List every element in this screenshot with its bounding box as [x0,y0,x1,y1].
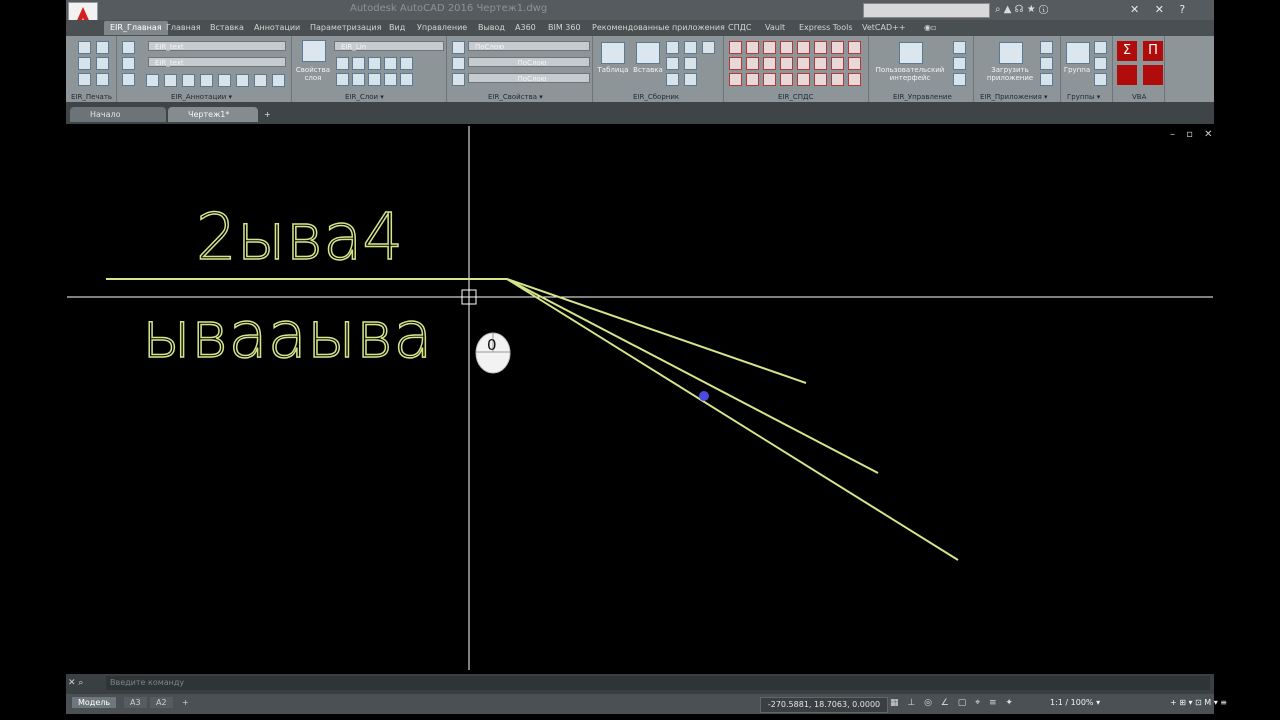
coordinates-readout[interactable]: -270.5881, 18.7063, 0.0000 [760,697,888,713]
layout-tab-add[interactable]: + [176,697,195,708]
ray-line-2[interactable] [506,278,879,474]
command-close-icon[interactable]: ✕ ⌕ [68,678,83,688]
drawing-text-top[interactable]: 2ыва4 [195,200,404,276]
ray-line-1[interactable] [506,278,807,384]
bottom-margin [0,714,1280,720]
ray-line-3[interactable] [506,278,959,561]
drawing-svg: 2ыва4 ывааыва 0 [67,126,1213,670]
layout-tab-a2[interactable]: A2 [150,697,173,708]
command-input[interactable]: Введите команду [106,676,1210,690]
mouse-badge-number: 0 [487,336,497,354]
status-bar [66,694,1214,714]
annotation-scale[interactable]: 1:1 / 100% ▾ [1050,698,1100,707]
drawing-text-bottom[interactable]: ывааыва [141,298,433,374]
layout-tab-model[interactable]: Модель [72,697,117,708]
layout-tab-a3[interactable]: A3 [124,697,147,708]
status-toggle-icons[interactable]: ▦ ⊥ ◎ ∠ ▢ ⌖ ≡ ✦ [890,698,1016,708]
grip-point[interactable] [699,391,709,401]
status-right-icons[interactable]: + ⊞ ▾ ⊡ М ▾ ≡ [1170,698,1227,707]
